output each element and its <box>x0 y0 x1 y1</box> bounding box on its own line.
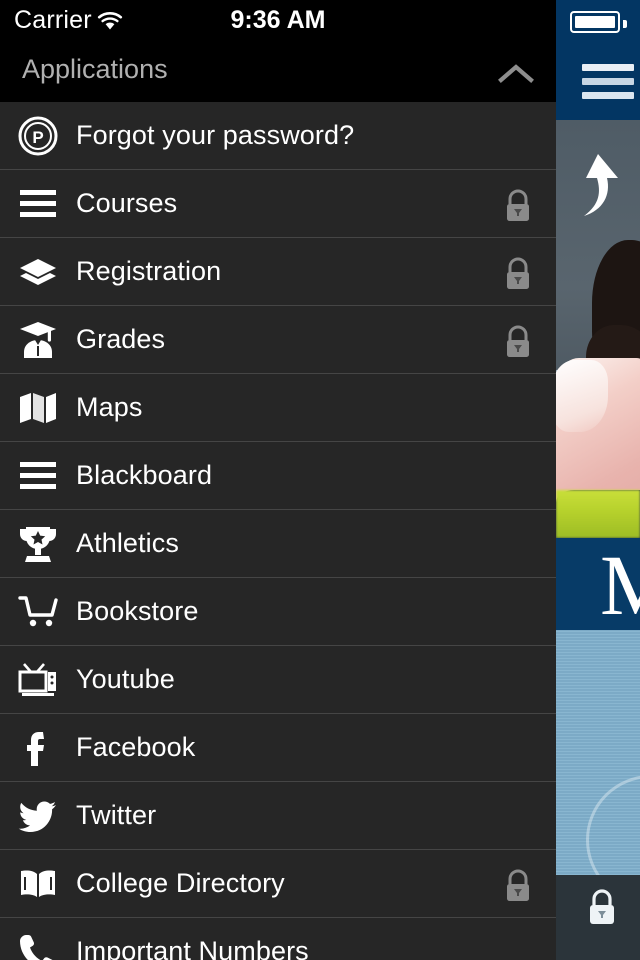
menu-item-facebook[interactable]: Facebook <box>0 714 556 782</box>
clock-label: 9:36 AM <box>230 6 326 34</box>
menu-item-label: Facebook <box>76 732 196 762</box>
underlying-status-bar <box>556 0 640 40</box>
list-lines-icon <box>0 442 76 510</box>
underlying-app-panel[interactable]: M <box>556 0 640 960</box>
menu-item-label: Registration <box>76 256 222 286</box>
underlying-brand-banner: M <box>556 538 640 630</box>
hamburger-menu-icon[interactable] <box>582 64 634 99</box>
menu-item-maps[interactable]: Maps <box>0 374 556 442</box>
menu-item-label: Youtube <box>76 664 175 694</box>
list-lines-icon <box>0 170 76 238</box>
page-title: Applications <box>22 54 168 84</box>
graduate-cap-icon <box>0 306 76 374</box>
lock-icon <box>502 869 534 903</box>
menu-item-registration[interactable]: Registration <box>0 238 556 306</box>
menu-item-college-directory[interactable]: College Directory <box>0 850 556 918</box>
menu-item-forgot-password[interactable]: P Forgot your password? <box>0 102 556 170</box>
facebook-f-icon <box>0 714 76 782</box>
open-book-icon <box>0 850 76 918</box>
applications-drawer: Carrier 9:36 AM Applications P Forgot yo… <box>0 0 556 960</box>
menu-item-label: Important Numbers <box>76 936 309 960</box>
lock-icon <box>502 257 534 291</box>
menu-item-label: Forgot your password? <box>76 120 355 150</box>
password-circle-p-icon: P <box>0 102 76 170</box>
folded-map-icon <box>0 374 76 442</box>
shopping-cart-icon <box>0 578 76 646</box>
menu-item-blackboard[interactable]: Blackboard <box>0 442 556 510</box>
lock-icon <box>585 887 619 927</box>
phone-handset-icon <box>0 918 76 960</box>
battery-full-icon <box>570 11 627 33</box>
app-screen: M Carrier 9:36 AM Applications P Forgot … <box>0 0 640 960</box>
menu-item-label: Courses <box>76 188 178 218</box>
television-icon <box>0 646 76 714</box>
drawer-header[interactable]: Applications <box>0 40 556 102</box>
twitter-bird-icon <box>0 782 76 850</box>
svg-text:P: P <box>32 128 43 147</box>
menu-item-label: Bookstore <box>76 596 199 626</box>
menu-item-label: Blackboard <box>76 460 213 490</box>
menu-item-youtube[interactable]: Youtube <box>0 646 556 714</box>
menu-item-label: Athletics <box>76 528 179 558</box>
layers-stack-icon <box>0 238 76 306</box>
menu-item-label: Grades <box>76 324 166 354</box>
menu-item-label: Maps <box>76 392 143 422</box>
lock-icon <box>502 189 534 223</box>
menu-item-grades[interactable]: Grades <box>0 306 556 374</box>
trophy-star-icon <box>0 510 76 578</box>
underlying-navbar <box>556 40 640 120</box>
menu-item-important-numbers[interactable]: Important Numbers <box>0 918 556 960</box>
curved-up-arrow-icon <box>570 150 630 220</box>
menu-item-label: Twitter <box>76 800 157 830</box>
menu-item-twitter[interactable]: Twitter <box>0 782 556 850</box>
menu-item-courses[interactable]: Courses <box>0 170 556 238</box>
menu-item-athletics[interactable]: Athletics <box>0 510 556 578</box>
hero-photo <box>556 120 640 538</box>
menu-item-bookstore[interactable]: Bookstore <box>0 578 556 646</box>
underlying-footer-panel <box>556 875 640 960</box>
menu-item-label: College Directory <box>76 868 285 898</box>
chevron-up-icon[interactable] <box>498 62 534 84</box>
applications-menu: P Forgot your password? Courses Registra… <box>0 102 556 960</box>
underlying-content-panel <box>556 630 640 875</box>
status-bar: Carrier 9:36 AM <box>0 0 556 40</box>
banner-letter: M <box>600 538 640 630</box>
lock-icon <box>502 325 534 359</box>
